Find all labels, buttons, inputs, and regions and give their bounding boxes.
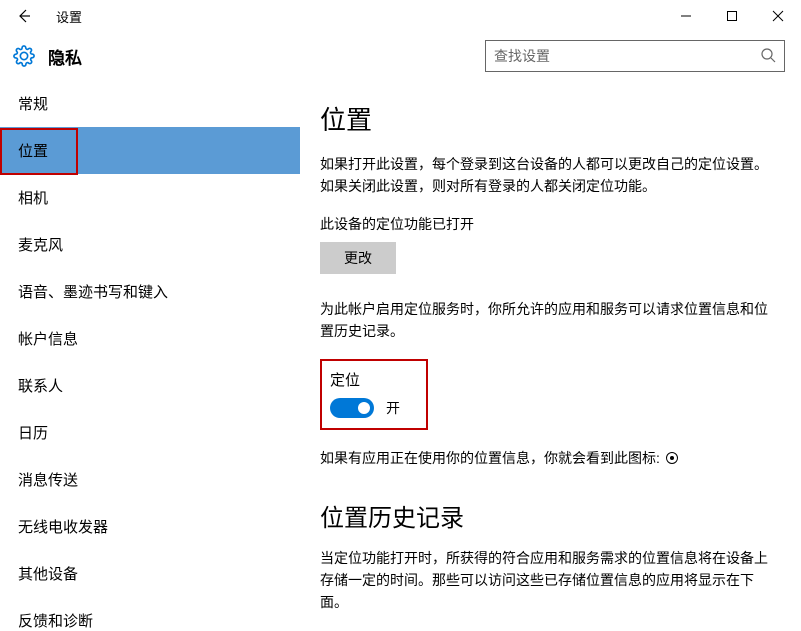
history-heading: 位置历史记录 (320, 498, 771, 533)
history-body: 当定位功能打开时，所获得的符合应用和服务需求的位置信息将在设备上存储一定的时间。… (320, 547, 771, 614)
sidebar-item-label: 联系人 (18, 375, 63, 396)
sidebar-item[interactable]: 其他设备 (0, 550, 300, 597)
location-toggle-group: 定位 开 (320, 359, 428, 430)
search-input[interactable] (494, 48, 760, 64)
sidebar-item[interactable]: 麦克风 (0, 221, 300, 268)
sidebar-item[interactable]: 位置 (0, 127, 300, 174)
maximize-button[interactable] (709, 0, 755, 32)
content-pane: 位置 如果打开此设置，每个登录到这台设备的人都可以更改自己的定位设置。如果关闭此… (300, 80, 801, 631)
sidebar-item-label: 反馈和诊断 (18, 610, 93, 631)
search-box[interactable] (485, 40, 785, 72)
sidebar-item[interactable]: 消息传送 (0, 456, 300, 503)
device-status: 此设备的定位功能已打开 (320, 214, 771, 234)
search-icon (760, 47, 776, 66)
sidebar-item[interactable]: 无线电收发器 (0, 503, 300, 550)
sidebar-item[interactable]: 反馈和诊断 (0, 597, 300, 631)
sidebar: 常规位置相机麦克风语音、墨迹书写和键入帐户信息联系人日历消息传送无线电收发器其他… (0, 80, 300, 631)
location-usage-icon (666, 452, 678, 464)
sidebar-item-label: 帐户信息 (18, 328, 78, 349)
sidebar-item-label: 日历 (18, 422, 48, 443)
content-heading: 位置 (320, 100, 771, 137)
page-title: 隐私 (48, 44, 485, 69)
sidebar-item[interactable]: 语音、墨迹书写和键入 (0, 268, 300, 315)
sidebar-item[interactable]: 帐户信息 (0, 315, 300, 362)
sidebar-item-label: 其他设备 (18, 563, 78, 584)
window-title: 设置 (48, 7, 663, 26)
sidebar-item-label: 麦克风 (18, 234, 63, 255)
toggle-state: 开 (386, 398, 400, 418)
intro-text: 如果打开此设置，每个登录到这台设备的人都可以更改自己的定位设置。如果关闭此设置，… (320, 153, 771, 198)
location-toggle[interactable] (330, 398, 374, 418)
toggle-label: 定位 (330, 369, 400, 390)
toggle-knob (358, 402, 370, 414)
minimize-button[interactable] (663, 0, 709, 32)
sidebar-item-label: 位置 (18, 140, 48, 161)
usage-note: 如果有应用正在使用你的位置信息，你就会看到此图标: (320, 448, 660, 468)
sidebar-item[interactable]: 常规 (0, 80, 300, 127)
account-note: 为此帐户启用定位服务时，你所允许的应用和服务可以请求位置信息和位置历史记录。 (320, 298, 771, 343)
sidebar-item-label: 相机 (18, 187, 48, 208)
change-button[interactable]: 更改 (320, 242, 396, 274)
close-button[interactable] (755, 0, 801, 32)
sidebar-item[interactable]: 联系人 (0, 362, 300, 409)
back-button[interactable] (0, 0, 48, 32)
sidebar-item[interactable]: 日历 (0, 409, 300, 456)
settings-gear-icon (0, 45, 48, 67)
sidebar-item[interactable]: 相机 (0, 174, 300, 221)
sidebar-item-label: 消息传送 (18, 469, 78, 490)
sidebar-item-label: 语音、墨迹书写和键入 (18, 281, 168, 302)
sidebar-item-label: 常规 (18, 93, 48, 114)
sidebar-item-label: 无线电收发器 (18, 516, 108, 537)
